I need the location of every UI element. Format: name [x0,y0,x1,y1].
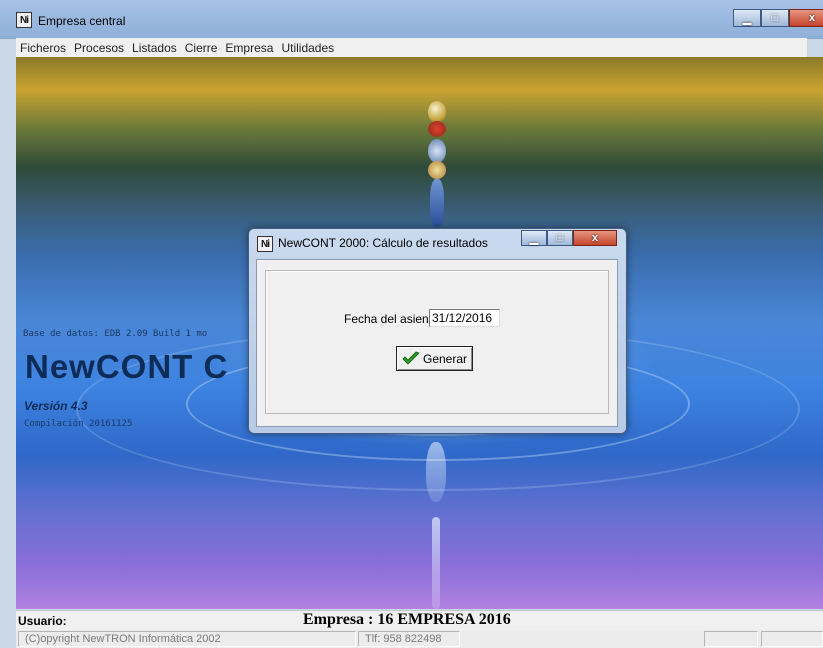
minimize-icon: ▁ [529,232,539,245]
empresa-label: Empresa : 16 EMPRESA 2016 [303,611,511,628]
build-label: Compilación 20161125 [24,419,133,429]
usuario-label: Usuario: [18,614,67,628]
dialog-minimize-button[interactable]: ▁ [521,230,547,246]
dialog-close-button[interactable]: x [573,230,617,246]
main-window-controls: ▁ □ x [733,9,823,27]
minimize-button[interactable]: ▁ [733,9,761,27]
water-splash-image [426,442,446,502]
close-icon: x [808,12,816,24]
database-info: Base de datos: EDB 2.09 Build 1 mo [23,329,208,339]
minimize-icon: ▁ [742,12,752,25]
status-panel-empty [761,631,823,647]
menu-utilidades[interactable]: Utilidades [277,41,338,55]
water-drop-image [428,121,446,137]
water-drop-image [430,179,444,227]
checkmark-icon [402,351,420,365]
dialog-window-controls: ▁ □ x [521,230,617,246]
water-drop-image [428,139,446,163]
maximize-icon: □ [556,232,564,244]
app-name-title: NewCONT C [25,348,229,385]
water-splash-image [432,517,440,609]
close-icon: x [591,232,599,244]
water-drop-image [428,161,446,179]
menu-ficheros[interactable]: Ficheros [16,41,70,55]
menu-empresa[interactable]: Empresa [221,41,277,55]
dialog-title: NewCONT 2000: Cálculo de resultados [278,236,488,250]
status-bar-panels: (C)opyright NewTRON Informática 2002 Tlf… [16,630,823,648]
main-title-bar[interactable]: Ni Empresa central ▁ □ x [0,0,823,39]
copyright-panel: (C)opyright NewTRON Informática 2002 [18,631,356,647]
menu-listados[interactable]: Listados [128,41,181,55]
main-window-title: Empresa central [38,14,126,28]
dialog-maximize-button[interactable]: □ [547,230,573,246]
status-panel-empty [704,631,758,647]
water-drop-image [428,101,446,123]
menu-cierre[interactable]: Cierre [181,41,222,55]
phone-panel: Tlf: 958 822498 [358,631,460,647]
main-window: Ni Empresa central ▁ □ x Ficheros Proces… [0,0,823,648]
status-panel-empty [462,631,702,647]
fecha-asiento-input[interactable] [429,309,500,327]
menu-bar: Ficheros Procesos Listados Cierre Empres… [16,38,807,57]
menu-procesos[interactable]: Procesos [70,41,128,55]
maximize-icon: □ [771,12,779,24]
version-label: Versión 4.3 [24,399,88,413]
fecha-asiento-label: Fecha del asiento: [344,312,443,326]
close-button[interactable]: x [789,9,823,27]
generar-button-label: Generar [422,351,468,366]
app-icon[interactable]: Ni [16,12,32,28]
calculo-resultados-dialog: Ni NewCONT 2000: Cálculo de resultados ▁… [248,228,627,434]
status-bar: Usuario: Empresa : 16 EMPRESA 2016 [16,610,823,630]
dialog-app-icon[interactable]: Ni [257,236,273,252]
generar-button[interactable]: Generar [396,346,473,371]
dialog-client-area: Fecha del asiento: Generar [256,259,618,427]
maximize-button[interactable]: □ [761,9,789,27]
dialog-group-box: Fecha del asiento: Generar [265,270,609,414]
